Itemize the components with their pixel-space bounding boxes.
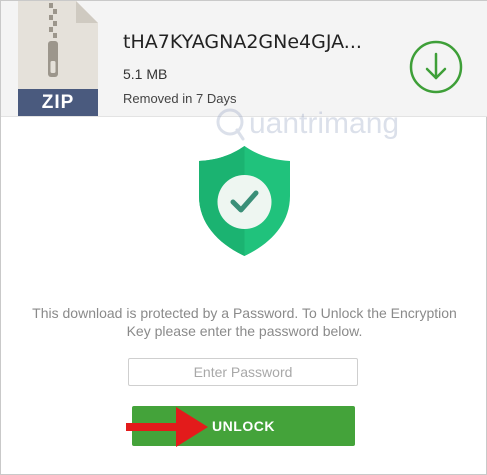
zip-file-icon: ZIP: [18, 1, 98, 116]
shield-check-icon: [197, 144, 292, 258]
password-input[interactable]: [128, 358, 358, 386]
unlock-button-label: UNLOCK: [212, 418, 275, 434]
zip-badge-label: ZIP: [41, 92, 75, 113]
file-size: 5.1 MB: [123, 66, 168, 82]
file-name: tHA7KYAGNA2GNe4GJA...: [123, 31, 362, 53]
file-card: ZIP tHA7KYAGNA2GNe4GJA... 5.1 MB Removed…: [1, 1, 487, 117]
download-page: ZIP tHA7KYAGNA2GNe4GJA... 5.1 MB Removed…: [0, 0, 487, 475]
red-arrow-icon: [124, 405, 210, 449]
download-arrow-icon: [409, 40, 463, 94]
password-protection-message: This download is protected by a Password…: [32, 305, 457, 339]
quantrimang-logo-icon: [216, 108, 245, 141]
file-expiry: Removed in 7 Days: [123, 91, 237, 106]
watermark: uantrimang: [215, 106, 399, 142]
watermark-text: uantrimang: [249, 107, 400, 140]
download-button[interactable]: [409, 40, 463, 94]
